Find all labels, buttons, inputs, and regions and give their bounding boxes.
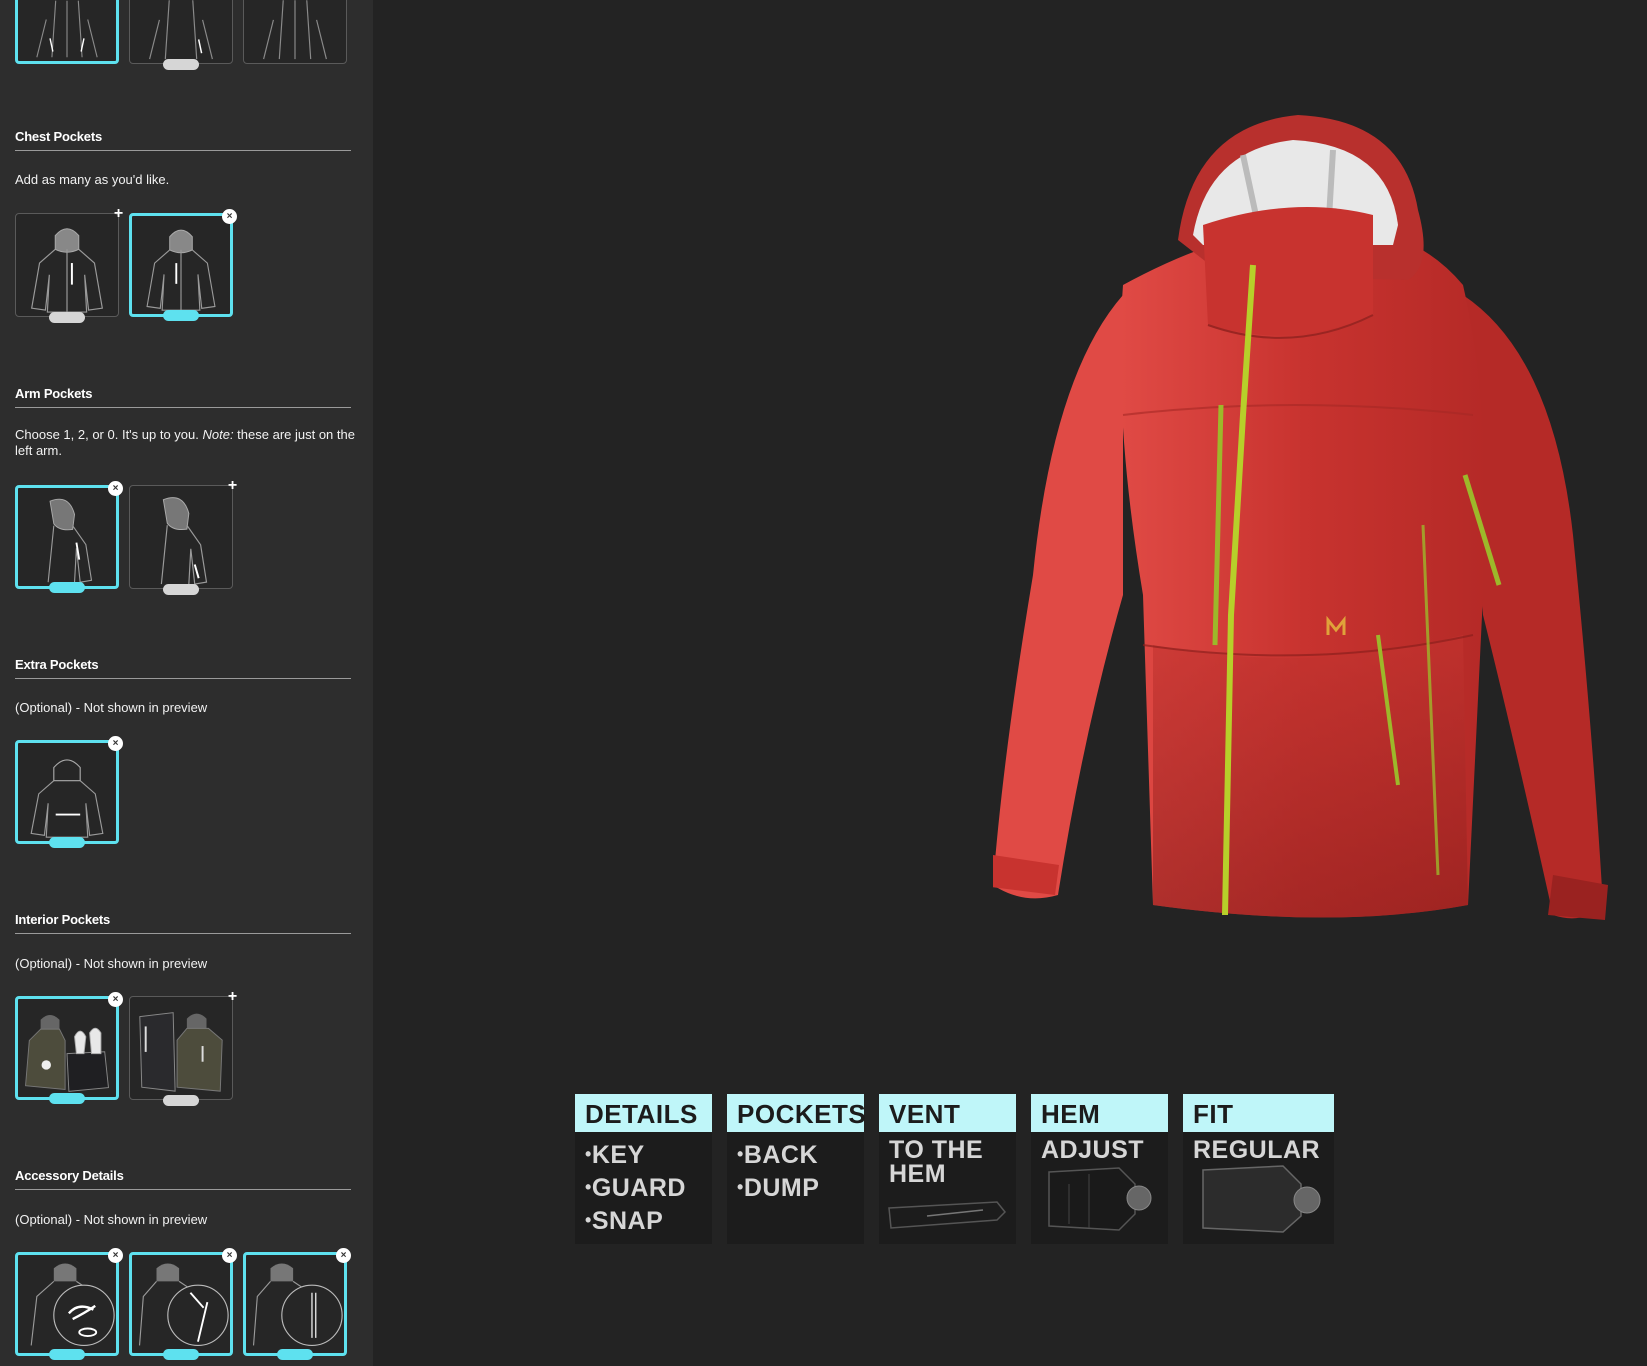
section-title-interior-pockets: Interior Pockets [15,912,351,934]
remove-icon[interactable]: × [108,736,123,751]
option-tile-accessory-3[interactable]: × [243,1248,351,1360]
jacket-preview-viewer[interactable]: DETAILS KEY GUARD SNAP POCKETS BACK DUMP… [373,0,1647,1366]
spec-item: BACK [737,1138,856,1171]
option-tile-arm-pocket-2[interactable]: + [129,478,237,595]
fit-jacket-icon [1202,1165,1321,1233]
remove-icon[interactable]: × [222,209,237,224]
spec-title: POCKETS [727,1094,866,1132]
spec-line: TO THE [889,1136,984,1164]
remove-icon[interactable]: × [222,1248,237,1263]
spec-title: DETAILS [575,1094,712,1132]
add-icon[interactable]: + [111,206,126,222]
section-desc-interior-pockets: (Optional) - Not shown in preview [15,956,208,971]
spec-line: HEM [889,1160,947,1188]
spec-card-vent: VENT TO THE HEM [879,1094,1016,1244]
hem-jacket-icon [1048,1167,1152,1231]
jacket-3d-preview[interactable] [993,115,1643,985]
option-tile-chest-pocket-2[interactable]: × [129,209,237,321]
add-icon[interactable]: + [225,478,240,494]
spec-line: REGULAR [1193,1136,1321,1164]
option-badge [49,582,85,593]
option-tile-chest-pocket-1[interactable]: + [15,206,123,323]
option-badge [163,584,199,595]
option-tile[interactable] [243,0,347,64]
option-badge [163,1095,199,1106]
spec-item: GUARD [585,1171,704,1204]
section-desc-chest-pockets: Add as many as you'd like. [15,172,170,187]
spec-title: FIT [1183,1094,1334,1132]
spec-line: ADJUST [1041,1136,1145,1164]
spec-card-details: DETAILS KEY GUARD SNAP [575,1094,712,1244]
option-tile-interior-pocket-2[interactable]: + [129,989,237,1106]
section-desc-arm-pockets: Choose 1, 2, or 0. It's up to you. Note:… [15,427,355,458]
section-desc-extra-pockets: (Optional) - Not shown in preview [15,700,208,715]
spec-item: SNAP [585,1204,704,1237]
vent-sleeve-icon [888,1201,1007,1229]
spec-item: KEY [585,1138,704,1171]
option-badge [163,310,199,321]
option-tile[interactable] [15,0,119,64]
option-badge [49,1349,85,1360]
remove-icon[interactable]: × [108,481,123,496]
option-tile-accessory-2[interactable]: × [129,1248,237,1360]
spec-card-pockets: POCKETS BACK DUMP [727,1094,866,1244]
option-badge [49,837,85,848]
section-desc-accessory-details: (Optional) - Not shown in preview [15,1212,208,1227]
option-badge [49,1093,85,1104]
option-badge [49,312,85,323]
option-tile-extra-pocket[interactable]: × [15,736,123,848]
option-badge [163,1349,199,1360]
add-icon[interactable]: + [225,989,240,1005]
section-title-accessory-details: Accessory Details [15,1168,351,1190]
spec-title: VENT [879,1094,1016,1132]
options-sidebar[interactable]: Chest Pockets Add as many as you'd like.… [0,0,373,1366]
option-tile[interactable] [129,0,233,70]
option-badge [277,1349,313,1360]
spec-card-fit: FIT REGULAR [1183,1094,1334,1244]
remove-icon[interactable]: × [108,992,123,1007]
section-title-chest-pockets: Chest Pockets [15,129,351,151]
spec-title: HEM [1031,1094,1168,1132]
remove-icon[interactable]: × [108,1248,123,1263]
section-title-extra-pockets: Extra Pockets [15,657,351,679]
option-tile-accessory-1[interactable]: × [15,1248,123,1360]
spec-item: DUMP [737,1171,856,1204]
option-tile-arm-pocket-1[interactable]: × [15,481,123,593]
section-title-arm-pockets: Arm Pockets [15,386,351,408]
spec-card-hem: HEM ADJUST [1031,1094,1168,1244]
remove-icon[interactable]: × [336,1248,351,1263]
option-tile-interior-pocket-1[interactable]: × [15,992,123,1104]
option-badge [163,59,199,70]
